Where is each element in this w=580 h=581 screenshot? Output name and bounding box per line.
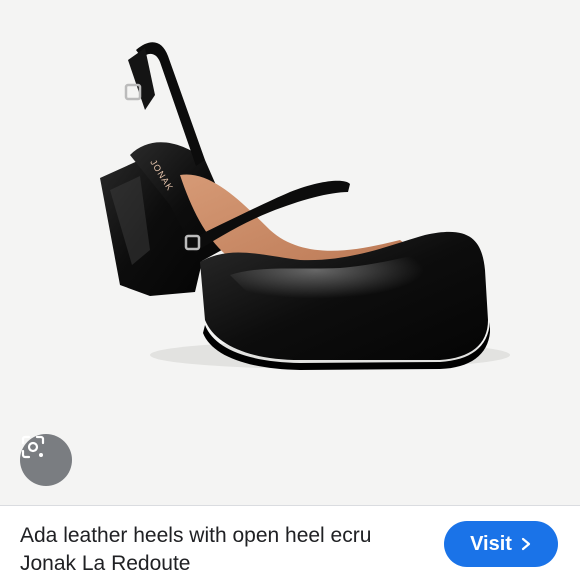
chevron-right-icon [521, 537, 531, 551]
product-title[interactable]: Ada leather heels with open heel ecru Jo… [20, 522, 430, 578]
result-info-bar: Ada leather heels with open heel ecru Jo… [0, 505, 580, 581]
visit-button[interactable]: Visit [444, 521, 558, 567]
shoe-illustration: JONAK [100, 42, 510, 370]
product-image[interactable]: JONAK [0, 0, 580, 505]
visit-button-label: Visit [470, 532, 512, 555]
lens-search-button[interactable] [20, 434, 72, 486]
lens-search-icon [21, 435, 45, 459]
